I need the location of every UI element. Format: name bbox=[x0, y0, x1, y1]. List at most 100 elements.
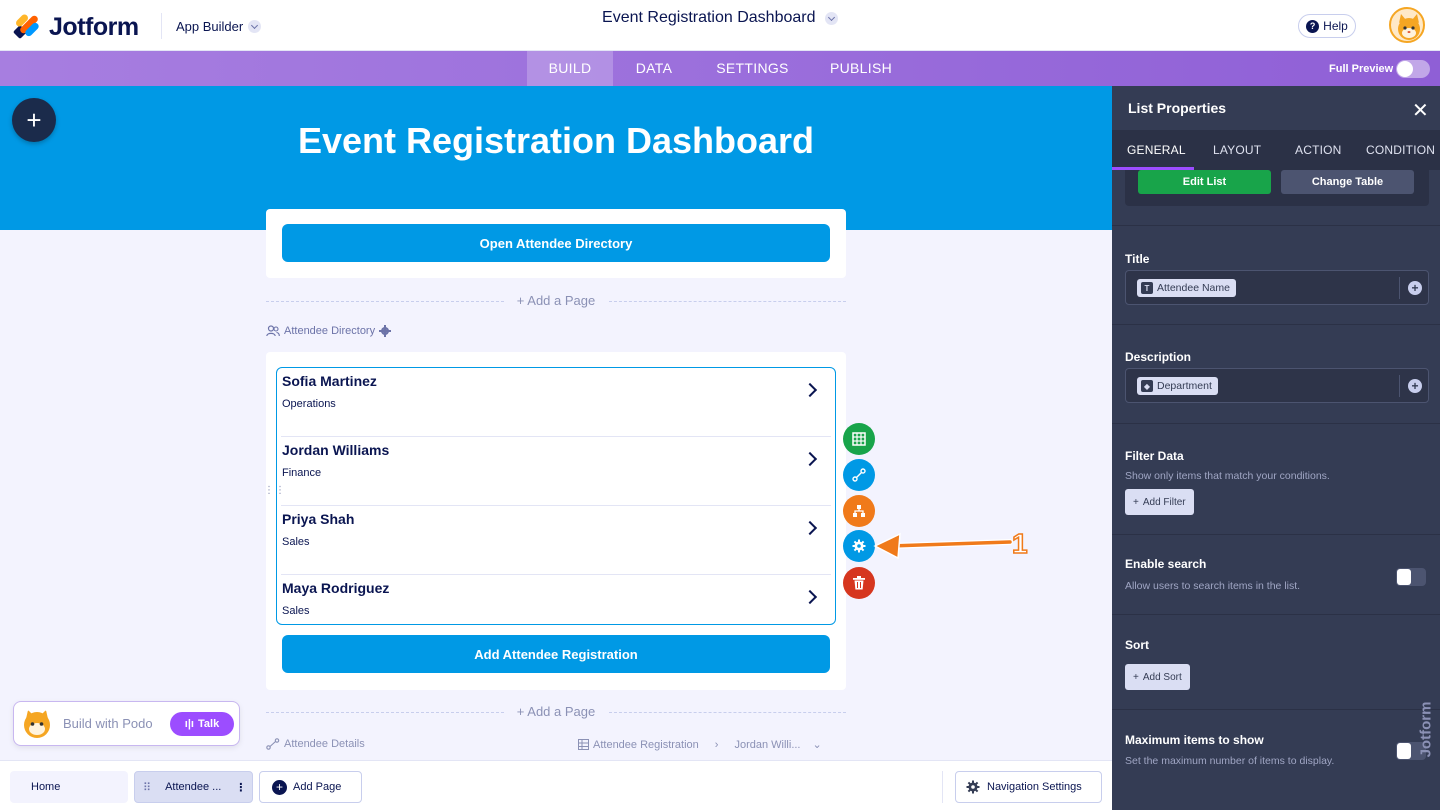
add-page-divider[interactable]: + Add a Page bbox=[266, 704, 846, 719]
voice-icon: ı|ı bbox=[184, 718, 194, 730]
dashed-line bbox=[609, 301, 846, 302]
jotform-watermark: Jotform bbox=[1416, 691, 1438, 791]
change-table-button[interactable]: Change Table bbox=[1281, 170, 1414, 194]
filter-label: Filter Data bbox=[1125, 449, 1184, 463]
user-avatar[interactable] bbox=[1389, 7, 1425, 43]
tab-data[interactable]: DATA bbox=[613, 51, 695, 86]
tab-build[interactable]: BUILD bbox=[527, 51, 613, 86]
add-field-icon[interactable]: + bbox=[1408, 379, 1422, 393]
podo-assistant[interactable]: Build with Podo ı|ı Talk bbox=[13, 701, 240, 746]
question-icon: ? bbox=[1306, 19, 1320, 33]
watermark-text: Jotform bbox=[1417, 701, 1435, 758]
full-preview-label: Full Preview bbox=[1329, 63, 1394, 75]
table-icon-button[interactable] bbox=[843, 423, 875, 455]
title-label: Title bbox=[1125, 252, 1150, 266]
page-tab-attendee[interactable]: ⠿ Attendee ... ⋮ bbox=[134, 771, 253, 803]
top-bar: Jotform App Builder Event Registration D… bbox=[0, 0, 1440, 51]
description-section: Description ◆ Department + bbox=[1112, 325, 1440, 424]
tag-icon: ◆ bbox=[1141, 380, 1153, 392]
add-attendee-registration-button[interactable]: Add Attendee Registration bbox=[282, 635, 830, 673]
drag-handle-icon[interactable]: ⋮⋮ bbox=[264, 486, 285, 502]
title-field[interactable]: T Attendee Name + bbox=[1125, 270, 1429, 305]
add-page-label: Add Page bbox=[293, 781, 342, 793]
tab-settings[interactable]: SETTINGS bbox=[695, 51, 810, 86]
enable-search-section: Enable search Allow users to search item… bbox=[1112, 535, 1440, 615]
sort-label: Sort bbox=[1125, 638, 1149, 652]
close-icon[interactable]: ✕ bbox=[1412, 98, 1429, 123]
add-field-icon[interactable]: + bbox=[1408, 281, 1422, 295]
help-button[interactable]: ? Help bbox=[1298, 14, 1356, 38]
list-item-description: Finance bbox=[282, 467, 322, 479]
app-title[interactable]: Event Registration Dashboard bbox=[0, 120, 1112, 162]
annotation-arrow-1 bbox=[873, 532, 1013, 560]
sitemap-icon bbox=[853, 505, 865, 517]
list-item-description: Operations bbox=[282, 398, 336, 410]
attendee-list[interactable]: Sofia Martinez Operations Jordan William… bbox=[276, 367, 836, 625]
page-label-attendee-details[interactable]: Attendee Details bbox=[266, 738, 365, 750]
plus-icon: + bbox=[26, 104, 42, 135]
tab-condition[interactable]: CONDITION bbox=[1366, 143, 1435, 157]
list-item-title: Maya Rodriguez bbox=[282, 580, 390, 596]
panel-title: List Properties bbox=[1128, 100, 1227, 116]
tab-action[interactable]: ACTION bbox=[1295, 143, 1342, 157]
description-field[interactable]: ◆ Department + bbox=[1125, 368, 1429, 403]
tab-layout[interactable]: LAYOUT bbox=[1213, 143, 1261, 157]
table-icon bbox=[578, 739, 589, 750]
list-item-description: Sales bbox=[282, 605, 310, 617]
podo-avatar-icon bbox=[24, 710, 50, 738]
open-attendee-directory-button[interactable]: Open Attendee Directory bbox=[282, 224, 830, 262]
detail-breadcrumb[interactable]: Attendee Registration › Jordan Willi... … bbox=[578, 738, 822, 751]
chevron-right-icon bbox=[802, 589, 818, 605]
list-item[interactable]: Maya Rodriguez Sales bbox=[281, 575, 831, 623]
link-action-button[interactable] bbox=[843, 459, 875, 491]
table-icon bbox=[852, 432, 866, 446]
chevron-right-icon bbox=[802, 451, 818, 467]
gear-icon[interactable] bbox=[379, 325, 392, 337]
add-page-button[interactable]: + Add Page bbox=[259, 771, 362, 803]
full-preview-toggle[interactable] bbox=[1396, 60, 1430, 78]
list-properties-panel: List Properties ✕ GENERAL LAYOUT ACTION … bbox=[1112, 86, 1440, 810]
title-chip[interactable]: T Attendee Name bbox=[1137, 279, 1236, 297]
table-buttons-section: Edit List Change Table bbox=[1112, 170, 1440, 226]
enable-search-description: Allow users to search items in the list. bbox=[1125, 580, 1301, 592]
bottom-navigation-bar: Home ⠿ Attendee ... ⋮ + Add Page Navigat… bbox=[0, 760, 1112, 810]
add-sort-label: Add Sort bbox=[1142, 671, 1182, 683]
max-items-label: Maximum items to show bbox=[1125, 733, 1264, 747]
field-divider bbox=[1399, 277, 1400, 299]
page-tab-label: Attendee ... bbox=[165, 781, 222, 793]
edit-list-button[interactable]: Edit List bbox=[1138, 170, 1271, 194]
navigation-settings-label: Navigation Settings bbox=[987, 781, 1082, 793]
more-options-icon[interactable]: ⋮ bbox=[235, 781, 246, 794]
list-item[interactable]: Priya Shah Sales bbox=[281, 506, 831, 575]
add-page-divider[interactable]: + Add a Page bbox=[266, 293, 846, 308]
sort-section: Sort + Add Sort bbox=[1112, 615, 1440, 710]
delete-element-button[interactable] bbox=[843, 567, 875, 599]
page-label-attendee-directory[interactable]: Attendee Directory bbox=[266, 325, 392, 337]
enable-search-label: Enable search bbox=[1125, 557, 1207, 571]
drag-handle-icon: ⠿ bbox=[143, 781, 152, 794]
podo-label: Build with Podo bbox=[63, 716, 153, 731]
enable-search-toggle[interactable] bbox=[1396, 568, 1426, 586]
tab-general[interactable]: GENERAL bbox=[1127, 143, 1186, 157]
route-icon bbox=[852, 468, 866, 482]
tab-publish[interactable]: PUBLISH bbox=[810, 51, 912, 86]
document-title[interactable]: Event Registration Dashboard bbox=[0, 9, 1440, 27]
chevron-down-icon: ⌄ bbox=[812, 739, 822, 751]
list-item-description: Sales bbox=[282, 536, 310, 548]
add-sort-button[interactable]: + Add Sort bbox=[1125, 664, 1190, 690]
field-divider bbox=[1399, 375, 1400, 397]
divider bbox=[942, 771, 943, 803]
description-chip[interactable]: ◆ Department bbox=[1137, 377, 1218, 395]
document-title-text: Event Registration Dashboard bbox=[602, 9, 816, 26]
navigation-settings-button[interactable]: Navigation Settings bbox=[955, 771, 1102, 803]
add-element-button[interactable]: + bbox=[12, 98, 56, 142]
plus-icon: + bbox=[1133, 496, 1139, 508]
list-item[interactable]: Jordan Williams Finance bbox=[281, 437, 831, 506]
avatar-cat-icon bbox=[1398, 14, 1420, 40]
add-filter-button[interactable]: + Add Filter bbox=[1125, 489, 1194, 515]
annotation-number-1: 1 bbox=[1011, 527, 1028, 560]
talk-button[interactable]: ı|ı Talk bbox=[170, 712, 234, 736]
list-item[interactable]: Sofia Martinez Operations bbox=[281, 368, 831, 437]
page-label-text: Attendee Directory bbox=[284, 325, 376, 337]
page-tab-home[interactable]: Home bbox=[10, 771, 128, 803]
